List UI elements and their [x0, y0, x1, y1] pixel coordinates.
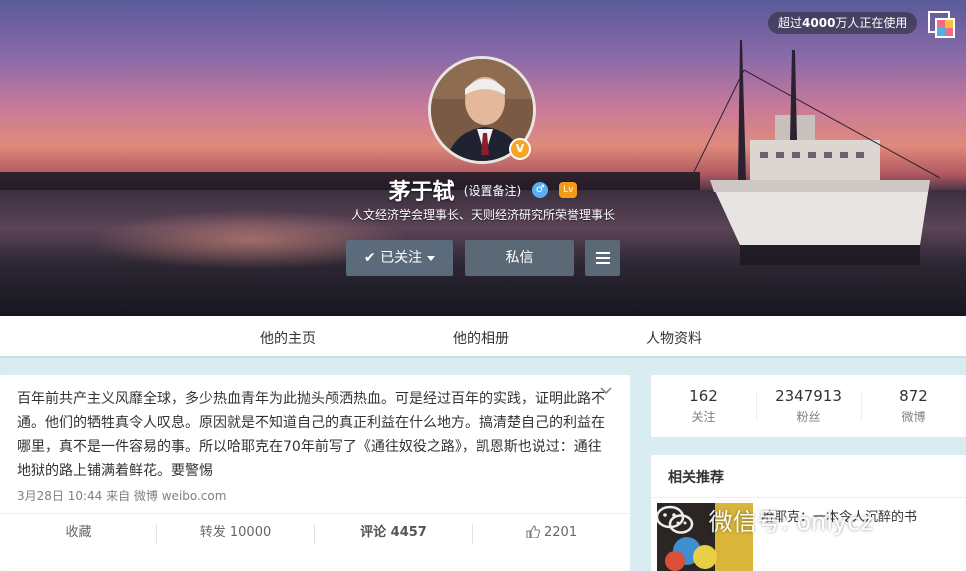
post-text: 百年前共产主义风靡全球，多少热血青年为此抛头颅洒热血。可是经过百年的实践，证明此…: [17, 391, 605, 479]
related-title: 相关推荐: [668, 470, 724, 486]
male-icon: ♂: [532, 182, 549, 198]
profile-nav: 他的主页 他的相册 人物资料: [0, 316, 966, 358]
followed-button[interactable]: ✔ 已关注: [346, 240, 453, 276]
stat-posts[interactable]: 872 微博: [861, 375, 966, 437]
profile-name: 茅于轼: [388, 180, 455, 205]
profile-subtitle: 人文经济学会理事长、天则经济研究所荣誉理事长: [350, 208, 615, 222]
user-count-badge: 超过4000万人正在使用: [768, 12, 918, 34]
wechat-icon: [655, 505, 694, 534]
followers-label: 粉丝: [796, 410, 821, 424]
change-skin-icon[interactable]: [928, 11, 956, 39]
member-level-icon[interactable]: Lv: [559, 182, 578, 198]
followers-count: 2347913: [775, 387, 842, 405]
posts-count: 872: [899, 387, 928, 405]
set-remark-link[interactable]: (设置备注): [464, 184, 521, 198]
repost-button[interactable]: 转发 10000: [157, 514, 314, 552]
watermark-text: 微信号: onlycz: [708, 508, 873, 536]
followed-label: 已关注: [380, 250, 423, 266]
thumbs-up-icon: [526, 525, 540, 539]
post-meta[interactable]: 3月28日 10:44 来自 微博 weibo.com: [17, 487, 226, 504]
stat-following[interactable]: 162 关注: [651, 375, 756, 437]
menu-icon: [595, 252, 610, 264]
divider: [651, 497, 966, 498]
more-menu-button[interactable]: [585, 240, 620, 276]
wechat-watermark: 微信号: onlycz: [655, 502, 965, 542]
like-count: 2201: [544, 525, 578, 540]
posts-label: 微博: [901, 410, 926, 424]
tab-album[interactable]: 他的相册: [453, 328, 509, 348]
weibo-post-card: 百年前共产主义风靡全球，多少热血青年为此抛头颅洒热血。可是经过百年的实践，证明此…: [0, 375, 630, 571]
profile-stats: 162 关注 2347913 粉丝 872 微博: [651, 375, 966, 437]
comment-button[interactable]: 评论 4457: [315, 514, 472, 552]
post-actions: 收藏 转发 10000 评论 4457 2201: [0, 513, 630, 551]
private-message-button[interactable]: 私信: [465, 240, 574, 276]
following-label: 关注: [691, 410, 716, 424]
profile-name-row: 茅于轼 (设置备注) ♂ Lv: [0, 174, 966, 206]
like-button[interactable]: 2201: [473, 514, 630, 552]
tab-profile-info[interactable]: 人物资料: [646, 328, 702, 348]
verified-badge: V: [509, 138, 531, 160]
tab-home[interactable]: 他的主页: [260, 328, 316, 348]
favorite-button[interactable]: 收藏: [0, 514, 157, 552]
ship-silhouette: [689, 40, 940, 265]
stat-followers[interactable]: 2347913 粉丝: [756, 375, 861, 437]
chevron-down-icon[interactable]: [598, 383, 614, 399]
following-count: 162: [689, 387, 718, 405]
check-icon: ✔: [363, 250, 376, 266]
chevron-down-icon: [427, 255, 436, 261]
